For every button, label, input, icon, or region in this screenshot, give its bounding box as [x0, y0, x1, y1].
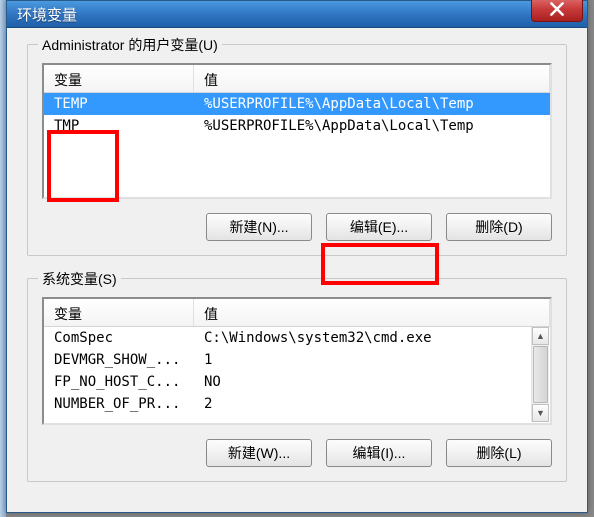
col-header-variable[interactable]: 变量: [44, 299, 194, 326]
cell-variable: ComSpec: [44, 328, 194, 348]
user-vars-header: 变量 值: [44, 65, 550, 93]
sys-delete-button[interactable]: 删除(L): [446, 439, 552, 467]
cell-value: %USERPROFILE%\AppData\Local\Temp: [194, 116, 550, 136]
sys-edit-button[interactable]: 编辑(I)...: [326, 439, 432, 467]
col-header-value[interactable]: 值: [194, 65, 550, 92]
table-row[interactable]: DEVMGR_SHOW_... 1: [44, 349, 550, 371]
cell-value: %USERPROFILE%\AppData\Local\Temp: [194, 94, 550, 114]
scroll-up-icon[interactable]: ▲: [532, 327, 549, 345]
col-header-value[interactable]: 值: [194, 299, 550, 326]
sys-vars-table[interactable]: 变量 值 ComSpec C:\Windows\system32\cmd.exe…: [42, 297, 552, 425]
cell-variable: DEVMGR_SHOW_...: [44, 350, 194, 370]
sys-vars-scrollbar[interactable]: ▲ ▼: [531, 327, 549, 422]
cell-variable: TMP: [44, 116, 194, 136]
titlebar[interactable]: 环境变量: [7, 1, 587, 28]
close-button[interactable]: [531, 0, 583, 22]
cell-value: 1: [194, 350, 550, 370]
scroll-down-icon[interactable]: ▼: [532, 404, 549, 422]
user-vars-group: Administrator 的用户变量(U) 变量 值 TEMP %USERPR…: [27, 44, 567, 256]
cell-value: 2: [194, 394, 550, 414]
cell-variable: TEMP: [44, 94, 194, 114]
user-delete-button[interactable]: 删除(D): [446, 213, 552, 241]
user-vars-table[interactable]: 变量 值 TEMP %USERPROFILE%\AppData\Local\Te…: [42, 63, 552, 199]
user-edit-button[interactable]: 编辑(E)...: [326, 213, 432, 241]
table-row[interactable]: FP_NO_HOST_C... NO: [44, 371, 550, 393]
cell-variable: FP_NO_HOST_C...: [44, 372, 194, 392]
table-row[interactable]: TMP %USERPROFILE%\AppData\Local\Temp: [44, 115, 550, 137]
scroll-thumb[interactable]: [533, 346, 548, 403]
col-header-variable[interactable]: 变量: [44, 65, 194, 92]
table-row[interactable]: ComSpec C:\Windows\system32\cmd.exe: [44, 327, 550, 349]
user-vars-label: Administrator 的用户变量(U): [38, 35, 222, 55]
close-icon: [550, 2, 564, 16]
env-vars-dialog: 环境变量 Administrator 的用户变量(U) 变量 值 TEMP %U…: [6, 0, 588, 513]
cell-variable: NUMBER_OF_PR...: [44, 394, 194, 414]
sys-vars-group: 系统变量(S) 变量 值 ComSpec C:\Windows\system32…: [27, 278, 567, 482]
user-new-button[interactable]: 新建(N)...: [206, 213, 312, 241]
sys-new-button[interactable]: 新建(W)...: [206, 439, 312, 467]
table-row[interactable]: NUMBER_OF_PR... 2: [44, 393, 550, 415]
cell-value: NO: [194, 372, 550, 392]
cell-value: C:\Windows\system32\cmd.exe: [194, 328, 550, 348]
window-title: 环境变量: [17, 4, 77, 25]
sys-vars-label: 系统变量(S): [38, 269, 121, 289]
table-row[interactable]: TEMP %USERPROFILE%\AppData\Local\Temp: [44, 93, 550, 115]
sys-vars-header: 变量 值: [44, 299, 550, 327]
